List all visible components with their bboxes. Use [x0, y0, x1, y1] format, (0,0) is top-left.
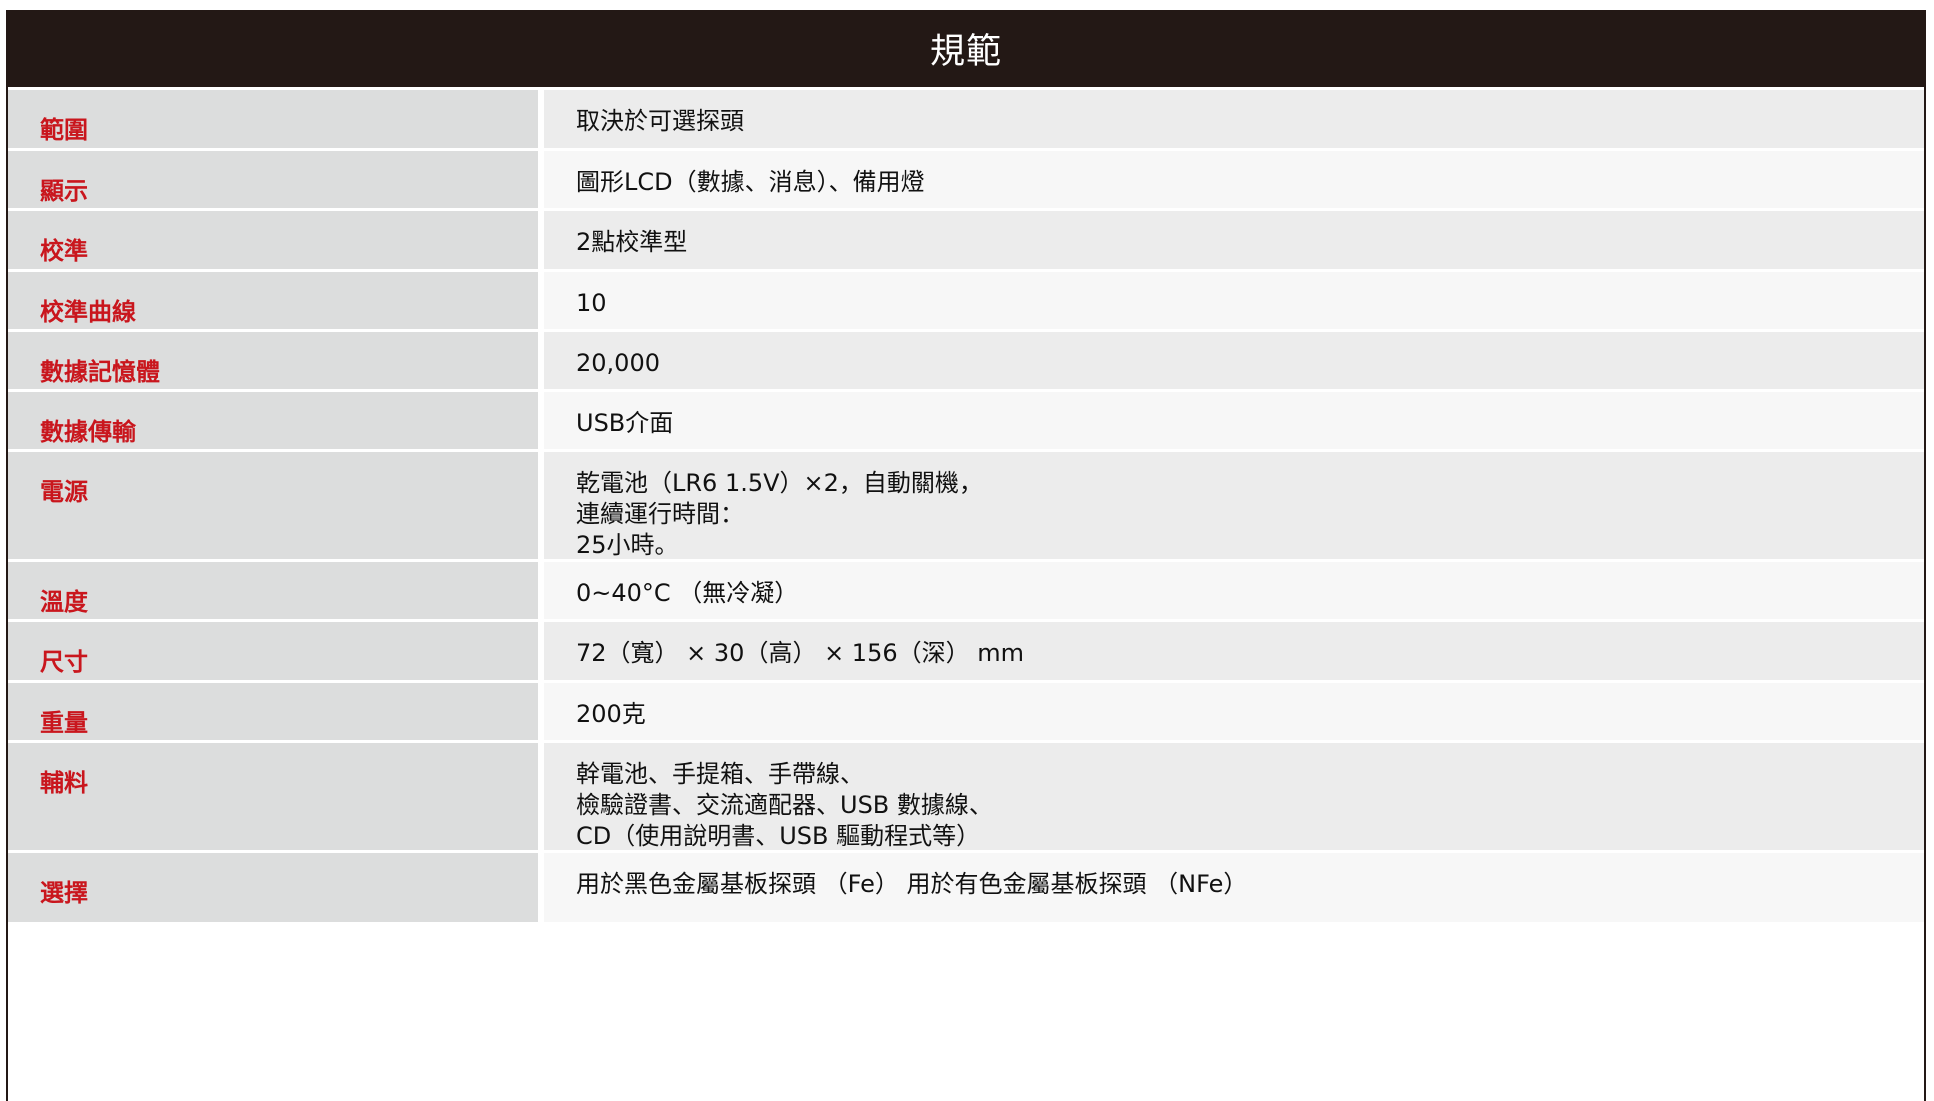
spec-value: 取決於可選探頭: [544, 90, 1924, 148]
spec-table-header: 規範: [8, 10, 1924, 87]
spec-value: 10: [544, 272, 1924, 329]
spec-value-line: CD（使用說明書、USB 驅動程式等）: [576, 822, 981, 850]
spec-value-line: 取決於可選探頭: [576, 107, 744, 135]
spec-table: 規範 範圍 取決於可選探頭 顯示 圖形LCD（數據、消息）、備用燈 校準 2點校…: [6, 10, 1926, 1101]
spec-row-weight: 重量 200克: [8, 680, 1924, 740]
spec-row-accessories: 輔料 幹電池、手提箱、手帶線、 檢驗證書、交流適配器、USB 數據線、 CD（使…: [8, 740, 1924, 850]
spec-row-calibration-curve: 校準曲線 10: [8, 269, 1924, 329]
spec-value: 幹電池、手提箱、手帶線、 檢驗證書、交流適配器、USB 數據線、 CD（使用說明…: [544, 743, 1924, 850]
spec-value-line: 10: [576, 289, 607, 317]
spec-value-line: 圖形LCD（數據、消息）、備用燈: [576, 168, 925, 196]
spec-value-line: 幹電池、手提箱、手帶線、: [576, 760, 864, 788]
spec-row-temperature: 溫度 0~40°C （無冷凝）: [8, 559, 1924, 619]
spec-value-line: 乾電池（LR6 1.5V）×2，自動關機，: [576, 469, 983, 497]
spec-label: 尺寸: [8, 622, 544, 680]
spec-label: 校準: [8, 211, 544, 269]
spec-table-title: 規範: [929, 32, 1002, 72]
spec-value-line: 連續運行時間：: [576, 500, 744, 528]
spec-label: 電源: [8, 452, 544, 559]
spec-table-body: 範圍 取決於可選探頭 顯示 圖形LCD（數據、消息）、備用燈 校準 2點校準型 …: [8, 87, 1924, 922]
spec-value: 72（寬） × 30（高） × 156（深） mm: [544, 622, 1924, 680]
spec-value-line: 72（寬） × 30（高） × 156（深） mm: [576, 639, 1025, 667]
spec-label: 輔料: [8, 743, 544, 850]
spec-value: 2點校準型: [544, 211, 1924, 269]
spec-value-line: 0~40°C （無冷凝）: [576, 579, 799, 607]
spec-value-line: 檢驗證書、交流適配器、USB 數據線、: [576, 791, 993, 819]
spec-value: 0~40°C （無冷凝）: [544, 562, 1924, 619]
spec-value: 圖形LCD（數據、消息）、備用燈: [544, 151, 1924, 208]
spec-row-display: 顯示 圖形LCD（數據、消息）、備用燈: [8, 148, 1924, 208]
spec-value-line: 2點校準型: [576, 228, 688, 256]
spec-row-calibration: 校準 2點校準型: [8, 208, 1924, 269]
spec-label: 選擇: [8, 853, 544, 922]
spec-value-line: 200克: [576, 700, 646, 728]
spec-value-line: 25小時。: [576, 531, 679, 559]
spec-row-dimensions: 尺寸 72（寬） × 30（高） × 156（深） mm: [8, 619, 1924, 680]
spec-value: 乾電池（LR6 1.5V）×2，自動關機， 連續運行時間： 25小時。: [544, 452, 1924, 559]
spec-label: 校準曲線: [8, 272, 544, 329]
spec-label: 重量: [8, 683, 544, 740]
spec-label: 範圍: [8, 90, 544, 148]
spec-value-line: 20,000: [576, 349, 660, 377]
spec-label: 溫度: [8, 562, 544, 619]
spec-label: 數據記憶體: [8, 332, 544, 389]
spec-label: 數據傳輸: [8, 392, 544, 449]
spec-row-data-memory: 數據記憶體 20,000: [8, 329, 1924, 389]
spec-row-power: 電源 乾電池（LR6 1.5V）×2，自動關機， 連續運行時間： 25小時。: [8, 449, 1924, 559]
spec-value-line: 用於黑色金屬基板探頭 （Fe） 用於有色金屬基板探頭 （NFe）: [576, 870, 1248, 898]
spec-row-options: 選擇 用於黑色金屬基板探頭 （Fe） 用於有色金屬基板探頭 （NFe）: [8, 850, 1924, 922]
spec-value: USB介面: [544, 392, 1924, 449]
spec-value-line: USB介面: [576, 409, 674, 437]
spec-row-range: 範圍 取決於可選探頭: [8, 87, 1924, 148]
spec-row-data-transfer: 數據傳輸 USB介面: [8, 389, 1924, 449]
spec-value: 20,000: [544, 332, 1924, 389]
spec-value: 200克: [544, 683, 1924, 740]
spec-label: 顯示: [8, 151, 544, 208]
spec-value: 用於黑色金屬基板探頭 （Fe） 用於有色金屬基板探頭 （NFe）: [544, 853, 1924, 922]
